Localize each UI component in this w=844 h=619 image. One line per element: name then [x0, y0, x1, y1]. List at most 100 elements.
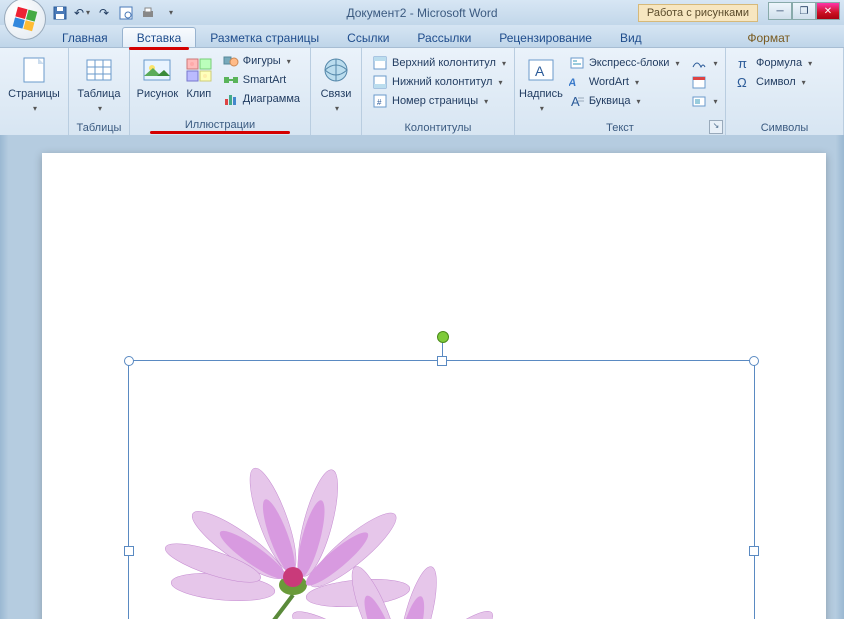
wordart-button[interactable]: AWordArt▾ — [565, 73, 684, 91]
restore-button[interactable]: ❐ — [792, 2, 816, 20]
redo-button[interactable]: ↷ — [96, 5, 112, 21]
header-button[interactable]: Верхний колонтитул ▾ — [368, 54, 510, 72]
document-area[interactable] — [0, 135, 844, 619]
quickparts-icon — [569, 55, 585, 71]
group-illustrations-label: Иллюстрации — [130, 117, 310, 136]
smartart-button[interactable]: SmartArt — [219, 71, 304, 89]
tab-references[interactable]: Ссылки — [333, 28, 403, 47]
picture-selection[interactable] — [128, 360, 755, 619]
table-button[interactable]: Таблица ▾ — [73, 50, 125, 114]
tab-mailings[interactable]: Рассылки — [403, 28, 485, 47]
footer-button[interactable]: Нижний колонтитул ▾ — [368, 73, 510, 91]
chevron-down-icon: ▾ — [98, 104, 102, 113]
chevron-down-icon: ▾ — [802, 78, 806, 87]
minimize-button[interactable]: ─ — [768, 2, 792, 20]
links-button[interactable]: Связи ▾ — [315, 50, 357, 114]
tab-review[interactable]: Рецензирование — [485, 28, 606, 47]
footer-icon — [372, 74, 388, 90]
chevron-down-icon: ▾ — [33, 104, 37, 113]
svg-text:π: π — [738, 56, 747, 71]
pagenum-icon: # — [372, 93, 388, 109]
textbox-icon: A — [525, 54, 557, 86]
date-time-button[interactable] — [687, 73, 721, 91]
dropcap-icon: A — [569, 93, 585, 109]
chevron-down-icon: ▾ — [335, 104, 339, 113]
print-preview-icon[interactable] — [118, 5, 134, 21]
quickparts-label: Экспресс-блоки — [589, 57, 670, 69]
tab-insert-label: Вставка — [137, 31, 182, 45]
svg-text:Ω: Ω — [737, 75, 747, 90]
dialog-launcher[interactable]: ↘ — [709, 120, 723, 134]
quick-print-icon[interactable] — [140, 5, 156, 21]
chevron-down-icon: ▾ — [502, 59, 506, 68]
clipart-button[interactable]: Клип — [181, 50, 217, 100]
chevron-down-icon: ▾ — [713, 59, 717, 68]
chevron-down-icon: ▾ — [540, 104, 544, 113]
smartart-icon — [223, 72, 239, 88]
equation-button[interactable]: π Формула ▾ — [732, 54, 816, 72]
office-logo-icon — [13, 7, 37, 31]
group-symbols-label: Символы — [726, 120, 843, 136]
resize-handle-w[interactable] — [124, 546, 134, 556]
symbol-icon: Ω — [736, 74, 752, 90]
shapes-icon — [223, 53, 239, 69]
chevron-down-icon: ▾ — [808, 59, 812, 68]
tab-format[interactable]: Формат — [733, 28, 804, 47]
pages-button[interactable]: Страницы ▾ — [4, 50, 64, 114]
picture-icon — [141, 54, 173, 86]
shapes-label: Фигуры — [243, 55, 281, 67]
clip-icon — [183, 54, 215, 86]
footer-label: Нижний колонтитул — [392, 76, 492, 88]
symbol-button[interactable]: ΩСимвол▾ — [732, 73, 816, 91]
textbox-button[interactable]: A Надпись ▾ — [519, 50, 563, 114]
window-title: Документ2 - Microsoft Word — [346, 6, 497, 20]
svg-text:#: # — [377, 98, 382, 107]
chevron-down-icon: ▾ — [635, 78, 639, 87]
tab-home[interactable]: Главная — [48, 28, 122, 47]
chart-icon — [223, 91, 239, 107]
tab-view[interactable]: Вид — [606, 28, 656, 47]
equation-icon: π — [736, 55, 752, 71]
header-icon — [372, 55, 388, 71]
resize-handle-ne[interactable] — [749, 356, 759, 366]
signature-line-button[interactable]: ▾ — [687, 54, 721, 72]
tab-insert[interactable]: Вставка — [122, 27, 197, 47]
qat-customize[interactable]: ▾ — [162, 5, 178, 21]
resize-handle-n[interactable] — [437, 356, 447, 366]
header-label: Верхний колонтитул — [392, 57, 496, 69]
links-label: Связи — [315, 88, 357, 100]
close-button[interactable]: ✕ — [816, 2, 840, 20]
object-button[interactable]: ▾ — [687, 92, 721, 110]
contextual-tab-title: Работа с рисунками — [638, 4, 758, 22]
shapes-button[interactable]: Фигуры▾ — [219, 52, 304, 70]
chevron-down-icon: ▾ — [713, 97, 717, 106]
office-button[interactable] — [4, 0, 46, 40]
rotation-handle[interactable] — [437, 331, 449, 343]
smartart-label: SmartArt — [243, 74, 286, 86]
resize-handle-e[interactable] — [749, 546, 759, 556]
resize-handle-nw[interactable] — [124, 356, 134, 366]
page-number-button[interactable]: #Номер страницы▾ — [368, 92, 510, 110]
quickparts-button[interactable]: Экспресс-блоки ▾ — [565, 54, 684, 72]
svg-text:A: A — [569, 77, 577, 89]
equation-label: Формула — [756, 57, 802, 69]
chevron-down-icon: ▾ — [498, 78, 502, 87]
pages-label: Страницы — [4, 88, 64, 100]
picture-button[interactable]: Рисунок — [134, 50, 181, 100]
chevron-down-icon: ▾ — [637, 97, 641, 106]
svg-text:A: A — [535, 63, 545, 79]
tab-layout[interactable]: Разметка страницы — [196, 28, 333, 47]
object-icon — [691, 93, 707, 109]
chevron-down-icon: ▾ — [675, 59, 679, 68]
save-icon[interactable] — [52, 5, 68, 21]
group-text-label: Текст ↘ — [515, 120, 725, 136]
page-icon — [18, 54, 50, 86]
dropcap-button[interactable]: AБуквица▾ — [565, 92, 684, 110]
chart-label: Диаграмма — [243, 93, 300, 105]
datetime-icon — [691, 74, 707, 90]
annotation-underline — [150, 131, 290, 134]
undo-button[interactable]: ↶▾ — [74, 5, 90, 21]
chart-button[interactable]: Диаграмма — [219, 90, 304, 108]
table-icon — [83, 54, 115, 86]
textbox-label: Надпись — [519, 88, 563, 100]
